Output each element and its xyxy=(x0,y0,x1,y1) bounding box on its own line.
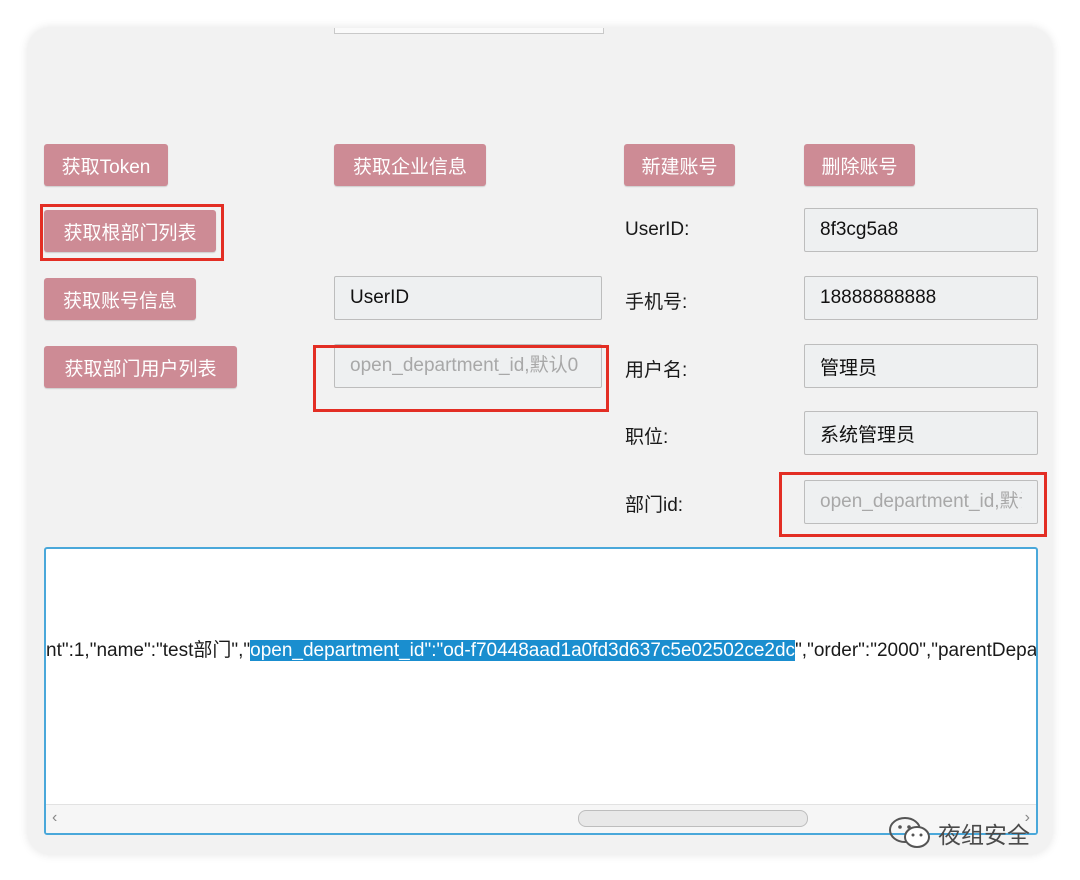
watermark-text: 夜组安全 xyxy=(938,822,1030,848)
username-field[interactable] xyxy=(804,344,1038,388)
scroll-left-arrow-icon[interactable]: ‹ xyxy=(52,809,57,827)
position-field[interactable] xyxy=(804,411,1038,455)
watermark: 夜组安全 xyxy=(888,816,1030,850)
response-text-after: ","order":"2000","parentDepartmentId":"0… xyxy=(795,640,1038,661)
new-account-button[interactable]: 新建账号 xyxy=(624,144,735,186)
get-account-info-button[interactable]: 获取账号信息 xyxy=(44,278,196,320)
delete-account-button[interactable]: 删除账号 xyxy=(804,144,915,186)
username-label: 用户名: xyxy=(625,360,688,381)
userid-label: UserID: xyxy=(625,219,690,240)
selected-text: open_department_id":"od-f70448aad1a0fd3d… xyxy=(250,640,796,661)
top-input-remnant xyxy=(334,28,604,34)
position-label: 职位: xyxy=(625,427,669,448)
department-id-label: 部门id: xyxy=(625,495,684,516)
phone-label: 手机号: xyxy=(625,292,688,313)
phone-field[interactable] xyxy=(804,276,1038,320)
get-root-departments-button[interactable]: 获取根部门列表 xyxy=(44,210,216,252)
get-token-button[interactable]: 获取Token xyxy=(44,144,168,186)
userid-field[interactable] xyxy=(804,208,1038,252)
response-output-area[interactable]: nt":1,"name":"test部门","open_department_i… xyxy=(44,547,1038,835)
wechat-icon xyxy=(889,817,930,848)
get-enterprise-info-button[interactable]: 获取企业信息 xyxy=(334,144,486,186)
response-text-before: nt":1,"name":"test部门"," xyxy=(46,640,251,661)
scrollbar-thumb[interactable] xyxy=(578,810,808,827)
response-text-line: nt":1,"name":"test部门","open_department_i… xyxy=(46,639,1038,663)
get-department-users-button[interactable]: 获取部门用户列表 xyxy=(44,346,237,388)
department-id-field[interactable] xyxy=(804,480,1038,524)
query-userid-input[interactable] xyxy=(334,276,602,320)
query-department-id-input[interactable] xyxy=(334,344,602,388)
